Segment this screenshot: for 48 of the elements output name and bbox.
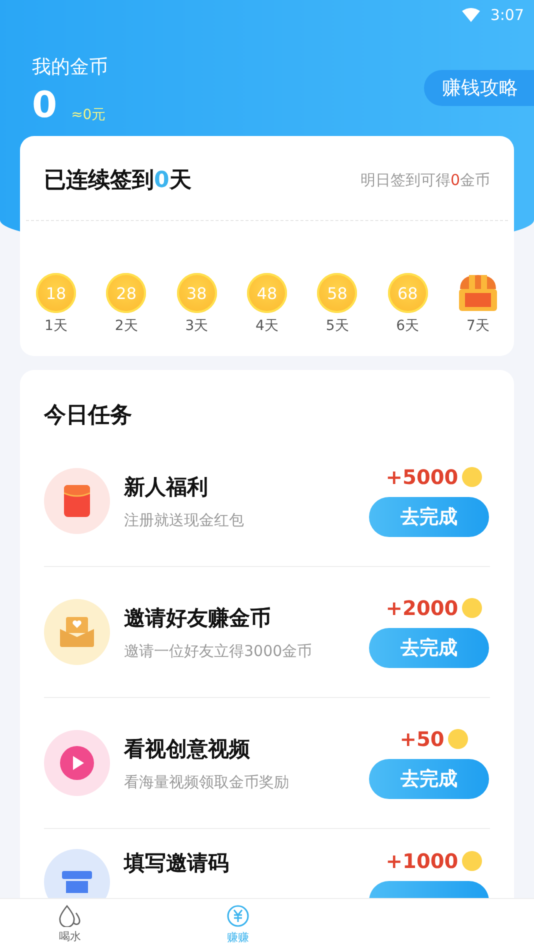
task-title: 新人福利 — [124, 474, 209, 500]
water-drops-icon — [58, 904, 82, 926]
envelope-icon — [64, 485, 90, 517]
coin-icon — [462, 851, 482, 871]
day-label: 4天 — [256, 317, 278, 335]
treasure-chest-icon — [456, 273, 499, 313]
coin-icon — [462, 598, 482, 618]
coin-reward: 58 — [317, 273, 358, 313]
coin-reward: 38 — [176, 273, 217, 313]
day-label: 3天 — [185, 317, 208, 335]
complete-button[interactable]: 去完成 — [369, 759, 489, 799]
envelope-heart-icon — [60, 617, 94, 647]
day-label: 7天 — [466, 317, 490, 335]
coin-icon — [462, 467, 482, 487]
reward-amount: +50 — [400, 727, 444, 751]
task-description: 看海量视频领取金币奖励 — [124, 772, 290, 792]
task-description: 注册就送现金红包 — [124, 510, 245, 530]
coin-reward: 18 — [36, 273, 76, 313]
coin-balance: 0 — [32, 88, 58, 124]
task-title: 填写邀请码 — [124, 850, 230, 877]
status-time: 3:07 — [490, 6, 524, 24]
day-label: 2天 — [114, 317, 138, 335]
coin-reward: 28 — [106, 273, 146, 313]
coin-reward: 48 — [246, 273, 287, 313]
reward-amount: +2000 — [386, 596, 458, 620]
task-title: 看视创意视频 — [124, 736, 251, 762]
streak-title: 已连续签到0天 — [44, 167, 192, 195]
reward-amount: +5000 — [386, 465, 458, 489]
day-label: 5天 — [326, 317, 349, 335]
cash-value: ≈0元 — [71, 106, 106, 124]
day-label: 1天 — [44, 317, 68, 335]
task-description: 邀请一位好友立得3000金币 — [124, 642, 314, 660]
coins-title: 我的金币 — [32, 55, 108, 80]
complete-button[interactable]: 去完成 — [369, 497, 489, 537]
tasks-title: 今日任务 — [44, 402, 133, 430]
tomorrow-hint: 明日签到可得0金币 — [360, 170, 490, 190]
reward-amount: +1000 — [386, 849, 458, 873]
nav-tab[interactable]: 赚赚 — [218, 899, 258, 949]
coin-reward: 68 — [388, 273, 428, 313]
task-title: 邀请好友赚金币 — [124, 604, 272, 632]
play-icon — [60, 746, 94, 780]
yuan-coin-icon — [226, 904, 250, 928]
earning-guide-button[interactable]: 赚钱攻略 — [424, 70, 534, 106]
coin-icon — [448, 729, 468, 749]
nav-tab[interactable]: 喝水 — [50, 899, 90, 949]
wifi-icon — [462, 8, 480, 22]
complete-button[interactable]: 去完成 — [369, 628, 489, 668]
day-label: 6天 — [396, 317, 420, 335]
